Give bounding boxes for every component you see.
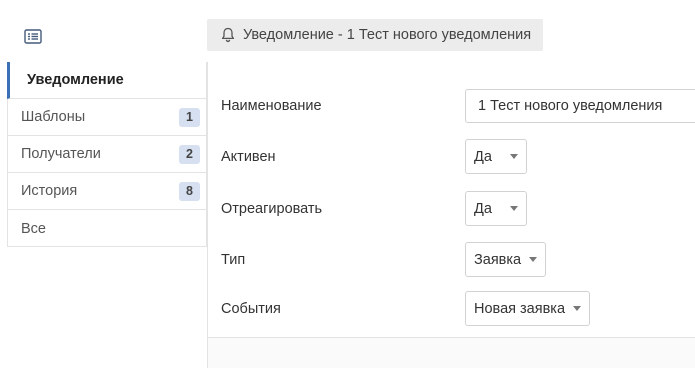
chevron-down-icon [573, 306, 582, 311]
page-title-chip: Уведомление - 1 Тест нового уведомления [207, 19, 544, 51]
chevron-down-icon [509, 154, 518, 159]
sidebar-item-label: Все [21, 220, 46, 237]
active-select-value: Да [474, 148, 492, 165]
sidebar-item-label: Шаблоны [21, 109, 86, 125]
react-label: Отреагировать [221, 201, 323, 217]
sidebar-item-all[interactable]: Все [8, 210, 206, 247]
sidebar-item-label: Получатели [21, 146, 101, 162]
notification-form: Наименование 1 Тест нового уведомления А… [208, 62, 695, 338]
top-bar: Уведомление - 1 Тест нового уведомления [0, 0, 695, 62]
page-title: Уведомление - 1 Тест нового уведомления [243, 27, 532, 43]
active-label: Активен [221, 149, 276, 165]
sidebar-item-label: Уведомление [27, 72, 124, 88]
sidebar-nav: Уведомление Шаблоны 1 Получатели 2 Истор… [7, 62, 207, 247]
react-select-value: Да [474, 200, 492, 217]
sidebar-item-notification[interactable]: Уведомление [7, 62, 206, 99]
count-badge: 8 [179, 181, 200, 201]
events-label: События [221, 301, 281, 317]
events-select[interactable]: Новая заявка [465, 291, 591, 326]
count-badge: 1 [179, 107, 200, 127]
name-label: Наименование [221, 98, 322, 114]
sidebar-item-label: История [21, 183, 78, 199]
active-select[interactable]: Да [465, 139, 527, 174]
react-select[interactable]: Да [465, 191, 527, 226]
name-input[interactable]: 1 Тест нового уведомления [465, 89, 695, 123]
sidebar-item-history[interactable]: История 8 [8, 173, 206, 210]
sidebar-item-recipients[interactable]: Получатели 2 [8, 136, 206, 173]
chevron-down-icon [529, 257, 538, 262]
count-badge: 2 [179, 144, 200, 164]
type-label: Тип [221, 252, 246, 268]
chevron-down-icon [509, 206, 518, 211]
type-select[interactable]: Заявка [465, 242, 547, 277]
bell-icon [221, 27, 235, 43]
events-select-value: Новая заявка [474, 300, 566, 317]
list-icon[interactable] [24, 29, 44, 45]
type-select-value: Заявка [474, 251, 522, 268]
main-panel: Наименование 1 Тест нового уведомления А… [207, 62, 695, 368]
sidebar-item-templates[interactable]: Шаблоны 1 [8, 99, 206, 136]
